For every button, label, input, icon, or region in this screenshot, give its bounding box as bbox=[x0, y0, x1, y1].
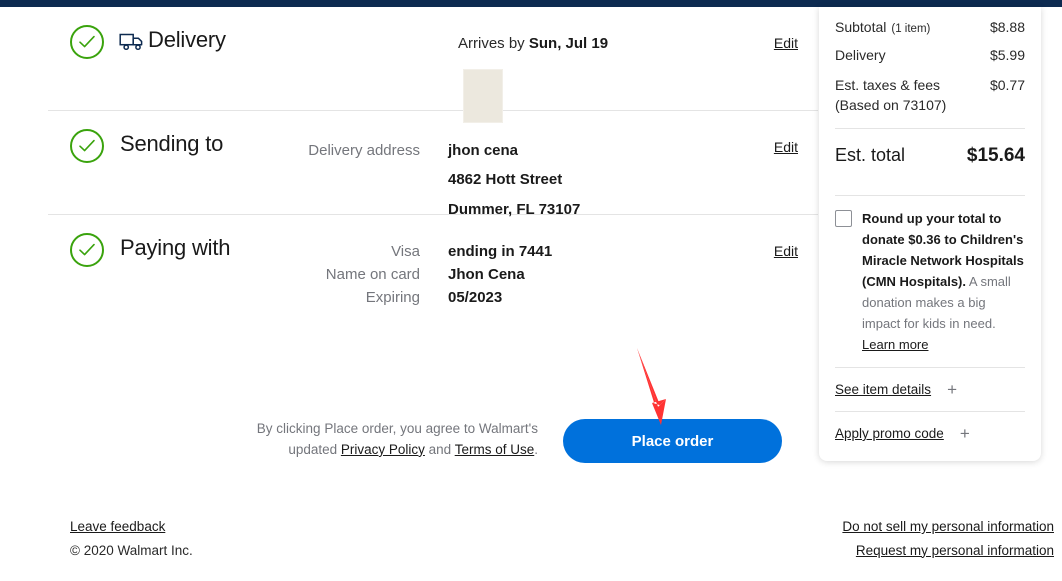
checkout-page: Delivery Arrives by Sun, Jul 19 Edit Sen… bbox=[0, 7, 1062, 581]
apply-promo-code-row[interactable]: Apply promo code + bbox=[835, 410, 1025, 455]
subtotal-item-count: (1 item) bbox=[891, 23, 931, 35]
check-circle-icon bbox=[70, 129, 104, 163]
terms-conjunction: and bbox=[424, 441, 455, 457]
summary-row-delivery: Delivery $5.99 bbox=[835, 47, 1025, 63]
address-recipient-name: jhon cena bbox=[448, 142, 519, 159]
payment-details-block: Visa ending in 7441 Name on card Jhon Ce… bbox=[278, 243, 748, 312]
section-paying-with: Paying with Visa ending in 7441 Name on … bbox=[48, 215, 818, 319]
delivery-address-block: Delivery address jhon cena 4862 Hott Str… bbox=[278, 139, 748, 227]
footer-left-group: Leave feedback © 2020 Walmart Inc. bbox=[70, 515, 193, 562]
plus-icon: + bbox=[947, 379, 957, 399]
roundup-learn-more-link[interactable]: Learn more bbox=[862, 337, 928, 352]
delivery-fee-label: Delivery bbox=[835, 47, 886, 63]
delivery-address-label: Delivery address bbox=[308, 142, 420, 159]
subtotal-label-group: Subtotal (1 item) bbox=[835, 19, 930, 35]
est-total-value: $15.64 bbox=[966, 144, 1025, 166]
arrives-prefix: Arrives by bbox=[458, 35, 529, 52]
see-item-details-row[interactable]: See item details + bbox=[835, 366, 1025, 411]
order-summary-card: Subtotal (1 item) $8.88 Delivery $5.99 E… bbox=[819, 7, 1041, 461]
taxes-label: Est. taxes & fees bbox=[835, 77, 941, 93]
see-item-details-label: See item details bbox=[835, 381, 932, 397]
delivery-arrives-text: Arrives by Sun, Jul 19 bbox=[458, 35, 608, 52]
address-street: 4862 Hott Street bbox=[448, 171, 563, 189]
roundup-description: Round up your total to donate $0.36 to C… bbox=[862, 208, 1025, 355]
footer-right-group: Do not sell my personal information Requ… bbox=[842, 515, 1054, 562]
address-row-name: Delivery address jhon cena bbox=[278, 139, 748, 162]
truck-icon bbox=[119, 31, 145, 53]
request-info-link[interactable]: Request my personal information bbox=[842, 539, 1054, 563]
subtotal-value: $8.88 bbox=[989, 19, 1025, 35]
do-not-sell-link[interactable]: Do not sell my personal information bbox=[842, 515, 1054, 539]
terms-disclaimer: By clicking Place order, you agree to Wa… bbox=[238, 419, 538, 461]
terms-suffix: . bbox=[534, 441, 538, 457]
taxes-label-group: Est. taxes & fees (Based on 73107) bbox=[835, 75, 946, 116]
page-footer: Leave feedback © 2020 Walmart Inc. Do no… bbox=[0, 507, 1062, 581]
subtotal-label: Subtotal bbox=[835, 19, 887, 35]
taxes-value: $0.77 bbox=[989, 77, 1025, 93]
checkout-sections-column: Delivery Arrives by Sun, Jul 19 Edit Sen… bbox=[48, 7, 818, 319]
name-on-card-value: Jhon Cena bbox=[448, 266, 525, 283]
apply-promo-code-label: Apply promo code bbox=[835, 425, 944, 441]
roundup-checkbox[interactable] bbox=[835, 209, 852, 227]
address-row-street: 4862 Hott Street bbox=[278, 168, 748, 191]
edit-address-link[interactable]: Edit bbox=[774, 139, 798, 155]
section-title-delivery: Delivery bbox=[148, 27, 226, 52]
section-title-sending-to: Sending to bbox=[120, 131, 224, 156]
place-order-button[interactable]: Place order bbox=[563, 419, 782, 463]
place-order-row: By clicking Place order, you agree to Wa… bbox=[48, 407, 818, 477]
section-delivery: Delivery Arrives by Sun, Jul 19 Edit bbox=[48, 7, 818, 123]
edit-payment-link[interactable]: Edit bbox=[774, 243, 798, 259]
summary-row-subtotal: Subtotal (1 item) $8.88 bbox=[835, 19, 1025, 35]
section-title-paying-with: Paying with bbox=[120, 235, 231, 260]
roundup-donation-block: Round up your total to donate $0.36 to C… bbox=[835, 196, 1025, 367]
expiring-value: 05/2023 bbox=[448, 289, 503, 306]
payment-row-card: Visa ending in 7441 bbox=[278, 243, 748, 260]
privacy-policy-link[interactable]: Privacy Policy bbox=[341, 442, 425, 457]
expiring-label: Expiring bbox=[365, 289, 420, 306]
check-circle-icon bbox=[70, 233, 104, 267]
edit-delivery-link[interactable]: Edit bbox=[774, 35, 798, 51]
delivery-fee-value: $5.99 bbox=[989, 47, 1025, 63]
arrives-date: Sun, Jul 19 bbox=[528, 35, 609, 52]
copyright-text: © 2020 Walmart Inc. bbox=[70, 542, 193, 558]
name-on-card-label: Name on card bbox=[325, 266, 420, 283]
payment-row-expiring: Expiring 05/2023 bbox=[278, 289, 748, 306]
check-circle-icon bbox=[70, 25, 104, 59]
card-type-label: Visa bbox=[391, 243, 420, 260]
section-sending-to: Sending to Delivery address jhon cena 48… bbox=[48, 111, 818, 218]
taxes-zip-note: (Based on 73107) bbox=[835, 97, 947, 114]
card-ending-value: ending in 7441 bbox=[448, 243, 553, 260]
top-navy-bar bbox=[0, 0, 1062, 7]
summary-row-total: Est. total $15.64 bbox=[835, 129, 1025, 183]
delivery-fee-label-group: Delivery bbox=[835, 47, 886, 63]
leave-feedback-link[interactable]: Leave feedback bbox=[70, 515, 193, 539]
summary-row-taxes: Est. taxes & fees (Based on 73107) $0.77 bbox=[835, 75, 1025, 116]
est-total-label: Est. total bbox=[835, 144, 906, 165]
payment-row-name: Name on card Jhon Cena bbox=[278, 266, 748, 283]
plus-icon: + bbox=[959, 423, 970, 443]
terms-of-use-link[interactable]: Terms of Use bbox=[455, 442, 535, 457]
